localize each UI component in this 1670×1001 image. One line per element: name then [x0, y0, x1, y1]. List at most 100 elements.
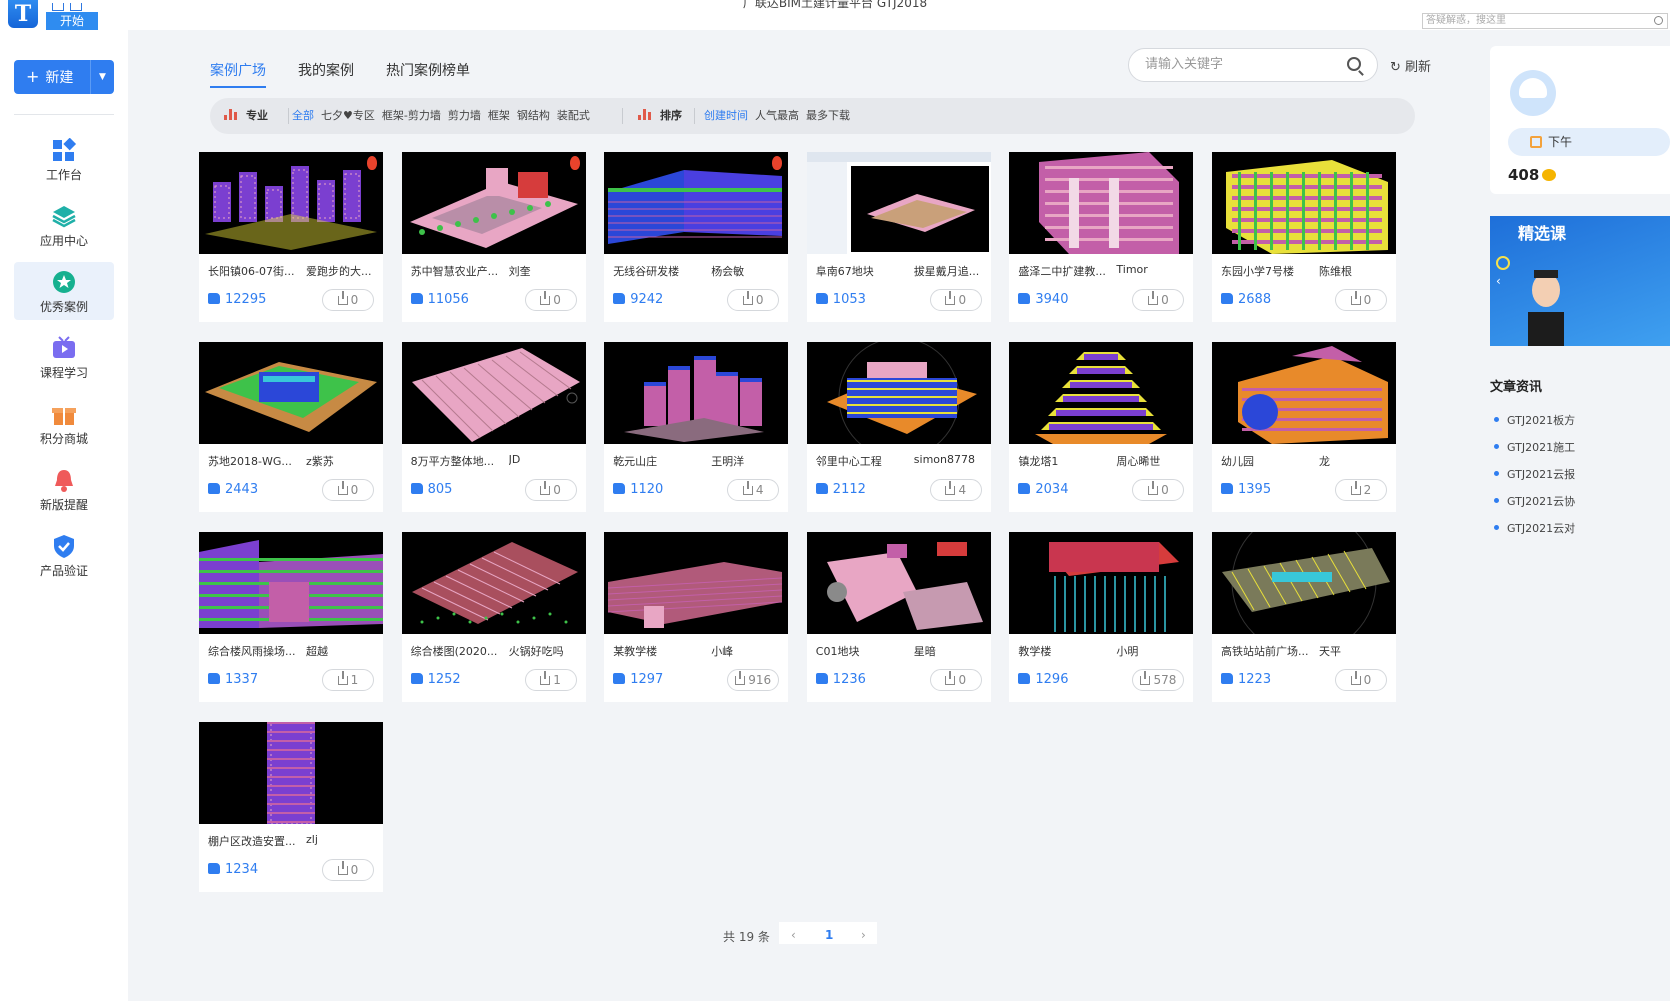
- specialty-option[interactable]: 钢结构: [517, 109, 550, 122]
- download-button[interactable]: 0: [524, 479, 577, 501]
- case-card[interactable]: 教学楼 小明 1296 578: [1009, 532, 1194, 702]
- case-card[interactable]: 苏中智慧农业产... 刘奎 11056 0: [401, 152, 586, 322]
- specialty-option[interactable]: 剪力墙: [448, 109, 481, 122]
- download-button[interactable]: 0: [929, 289, 982, 311]
- case-name[interactable]: 盛泽二中扩建教...: [1018, 263, 1110, 279]
- download-button[interactable]: 4: [727, 479, 780, 501]
- download-button[interactable]: 1: [322, 669, 374, 691]
- like-count[interactable]: 1296: [1018, 672, 1068, 687]
- case-thumbnail[interactable]: [199, 722, 383, 824]
- case-card[interactable]: 镇龙塔1 周心晞世 2034 0: [1009, 342, 1194, 512]
- like-count[interactable]: 1120: [613, 482, 663, 497]
- case-card[interactable]: 高铁站站前广场... 天平 1223 0: [1212, 532, 1396, 702]
- case-name[interactable]: 棚户区改造安置...: [208, 833, 300, 849]
- case-name[interactable]: 综合楼图(2020...: [411, 643, 503, 659]
- tab-hot-ranking[interactable]: 热门案例榜单: [386, 60, 470, 80]
- download-button[interactable]: 4: [929, 479, 982, 501]
- sidebar-item-2[interactable]: 优秀案例: [14, 262, 114, 320]
- prev-page-button[interactable]: ‹: [791, 928, 796, 942]
- news-item[interactable]: GTJ2021板方: [1494, 412, 1670, 428]
- case-card[interactable]: 苏地2018-WG... z紫苏 2443 0: [199, 342, 383, 512]
- sign-in-button[interactable]: 下午: [1508, 128, 1670, 156]
- case-name[interactable]: 苏地2018-WG...: [208, 453, 300, 469]
- sidebar-item-5[interactable]: 新版提醒: [14, 460, 114, 518]
- case-thumbnail[interactable]: [604, 532, 789, 634]
- download-button[interactable]: 1: [524, 669, 577, 691]
- course-banner[interactable]: 精选课 ‹: [1490, 216, 1670, 346]
- case-name[interactable]: 邻里中心工程: [816, 453, 908, 469]
- page-1-button[interactable]: 1: [825, 928, 833, 942]
- case-card[interactable]: 长阳镇06-07街... 爱跑步的大... 12295 0: [199, 152, 383, 322]
- case-card[interactable]: 无线谷研发楼 杨会敏 9242 0: [604, 152, 789, 322]
- case-name[interactable]: 乾元山庄: [613, 453, 705, 469]
- like-count[interactable]: 2034: [1018, 482, 1068, 497]
- download-button[interactable]: 0: [322, 859, 374, 881]
- case-name[interactable]: 高铁站站前广场...: [1221, 643, 1313, 659]
- specialty-option[interactable]: 全部: [292, 109, 314, 122]
- case-name[interactable]: 长阳镇06-07街...: [208, 263, 300, 279]
- case-name[interactable]: 东园小学7号楼: [1221, 263, 1313, 279]
- avatar[interactable]: [1510, 70, 1556, 116]
- like-count[interactable]: 805: [410, 482, 452, 497]
- case-thumbnail[interactable]: [806, 152, 991, 254]
- case-thumbnail[interactable]: [401, 342, 586, 444]
- case-card[interactable]: 综合楼风雨操场... 超越 1337 1: [199, 532, 383, 702]
- case-card[interactable]: 乾元山庄 王明洋 1120 4: [604, 342, 789, 512]
- specialty-option[interactable]: 框架: [488, 109, 510, 122]
- specialty-option[interactable]: 七夕♥专区: [321, 109, 375, 122]
- download-button[interactable]: 0: [1132, 479, 1185, 501]
- case-card[interactable]: 综合楼图(2020... 火锅好吃吗 1252 1: [401, 532, 586, 702]
- case-card[interactable]: 邻里中心工程 simon8778 2112 4: [806, 342, 991, 512]
- download-button[interactable]: 0: [727, 289, 780, 311]
- case-card[interactable]: 某教学楼 小峰 1297 916: [604, 532, 789, 702]
- download-button[interactable]: 2: [1335, 479, 1387, 501]
- like-count[interactable]: 3940: [1018, 292, 1068, 307]
- case-card[interactable]: 盛泽二中扩建教... Timor 3940 0: [1009, 152, 1194, 322]
- specialty-option[interactable]: 框架-剪力墙: [382, 109, 441, 122]
- like-count[interactable]: 2112: [815, 482, 866, 497]
- case-name[interactable]: 综合楼风雨操场...: [208, 643, 300, 659]
- like-count[interactable]: 2688: [1221, 292, 1271, 307]
- case-thumbnail[interactable]: [1212, 342, 1396, 444]
- like-count[interactable]: 1223: [1221, 672, 1271, 687]
- download-button[interactable]: 0: [524, 289, 577, 311]
- case-card[interactable]: 东园小学7号楼 陈维根 2688 0: [1212, 152, 1396, 322]
- case-thumbnail[interactable]: [604, 152, 789, 254]
- download-button[interactable]: 0: [929, 669, 982, 691]
- case-card[interactable]: 阜南67地块 拔星戴月追... 1053 0: [806, 152, 991, 322]
- like-count[interactable]: 1234: [208, 862, 258, 877]
- download-button[interactable]: 916: [727, 669, 780, 691]
- case-name[interactable]: 镇龙塔1: [1018, 453, 1110, 469]
- case-name[interactable]: 幼儿园: [1221, 453, 1313, 469]
- download-button[interactable]: 0: [322, 289, 374, 311]
- case-thumbnail[interactable]: [401, 532, 586, 634]
- download-button[interactable]: 0: [1335, 669, 1387, 691]
- search-icon[interactable]: [1654, 16, 1663, 25]
- download-button[interactable]: 0: [322, 479, 374, 501]
- news-item[interactable]: GTJ2021云报: [1494, 466, 1670, 482]
- case-thumbnail[interactable]: [1212, 532, 1396, 634]
- news-item[interactable]: GTJ2021云协: [1494, 493, 1670, 509]
- case-thumbnail[interactable]: [401, 152, 586, 254]
- download-button[interactable]: 578: [1132, 669, 1185, 691]
- like-count[interactable]: 11056: [410, 292, 469, 307]
- like-count[interactable]: 1236: [815, 672, 866, 687]
- case-thumbnail[interactable]: [199, 532, 383, 634]
- next-page-button[interactable]: ›: [861, 928, 866, 942]
- tab-my-cases[interactable]: 我的案例: [298, 60, 354, 80]
- case-card[interactable]: 幼儿园龙 1395 2: [1212, 342, 1396, 512]
- case-name[interactable]: 某教学楼: [613, 643, 705, 659]
- search-icon[interactable]: [1347, 57, 1361, 71]
- case-card[interactable]: 棚户区改造安置... zlj 1234 0: [199, 722, 383, 892]
- like-count[interactable]: 1337: [208, 672, 258, 687]
- case-thumbnail[interactable]: [199, 342, 383, 444]
- case-name[interactable]: 教学楼: [1018, 643, 1110, 659]
- like-count[interactable]: 1395: [1221, 482, 1271, 497]
- case-thumbnail[interactable]: [1009, 532, 1194, 634]
- sidebar-item-3[interactable]: 课程学习: [14, 328, 114, 386]
- case-name[interactable]: 苏中智慧农业产...: [411, 263, 503, 279]
- tab-case-square[interactable]: 案例广场: [210, 60, 266, 88]
- case-thumbnail[interactable]: [1212, 152, 1396, 254]
- case-search-input[interactable]: 请输入关键字: [1128, 48, 1378, 82]
- case-name[interactable]: 8万平方整体地...: [411, 453, 503, 469]
